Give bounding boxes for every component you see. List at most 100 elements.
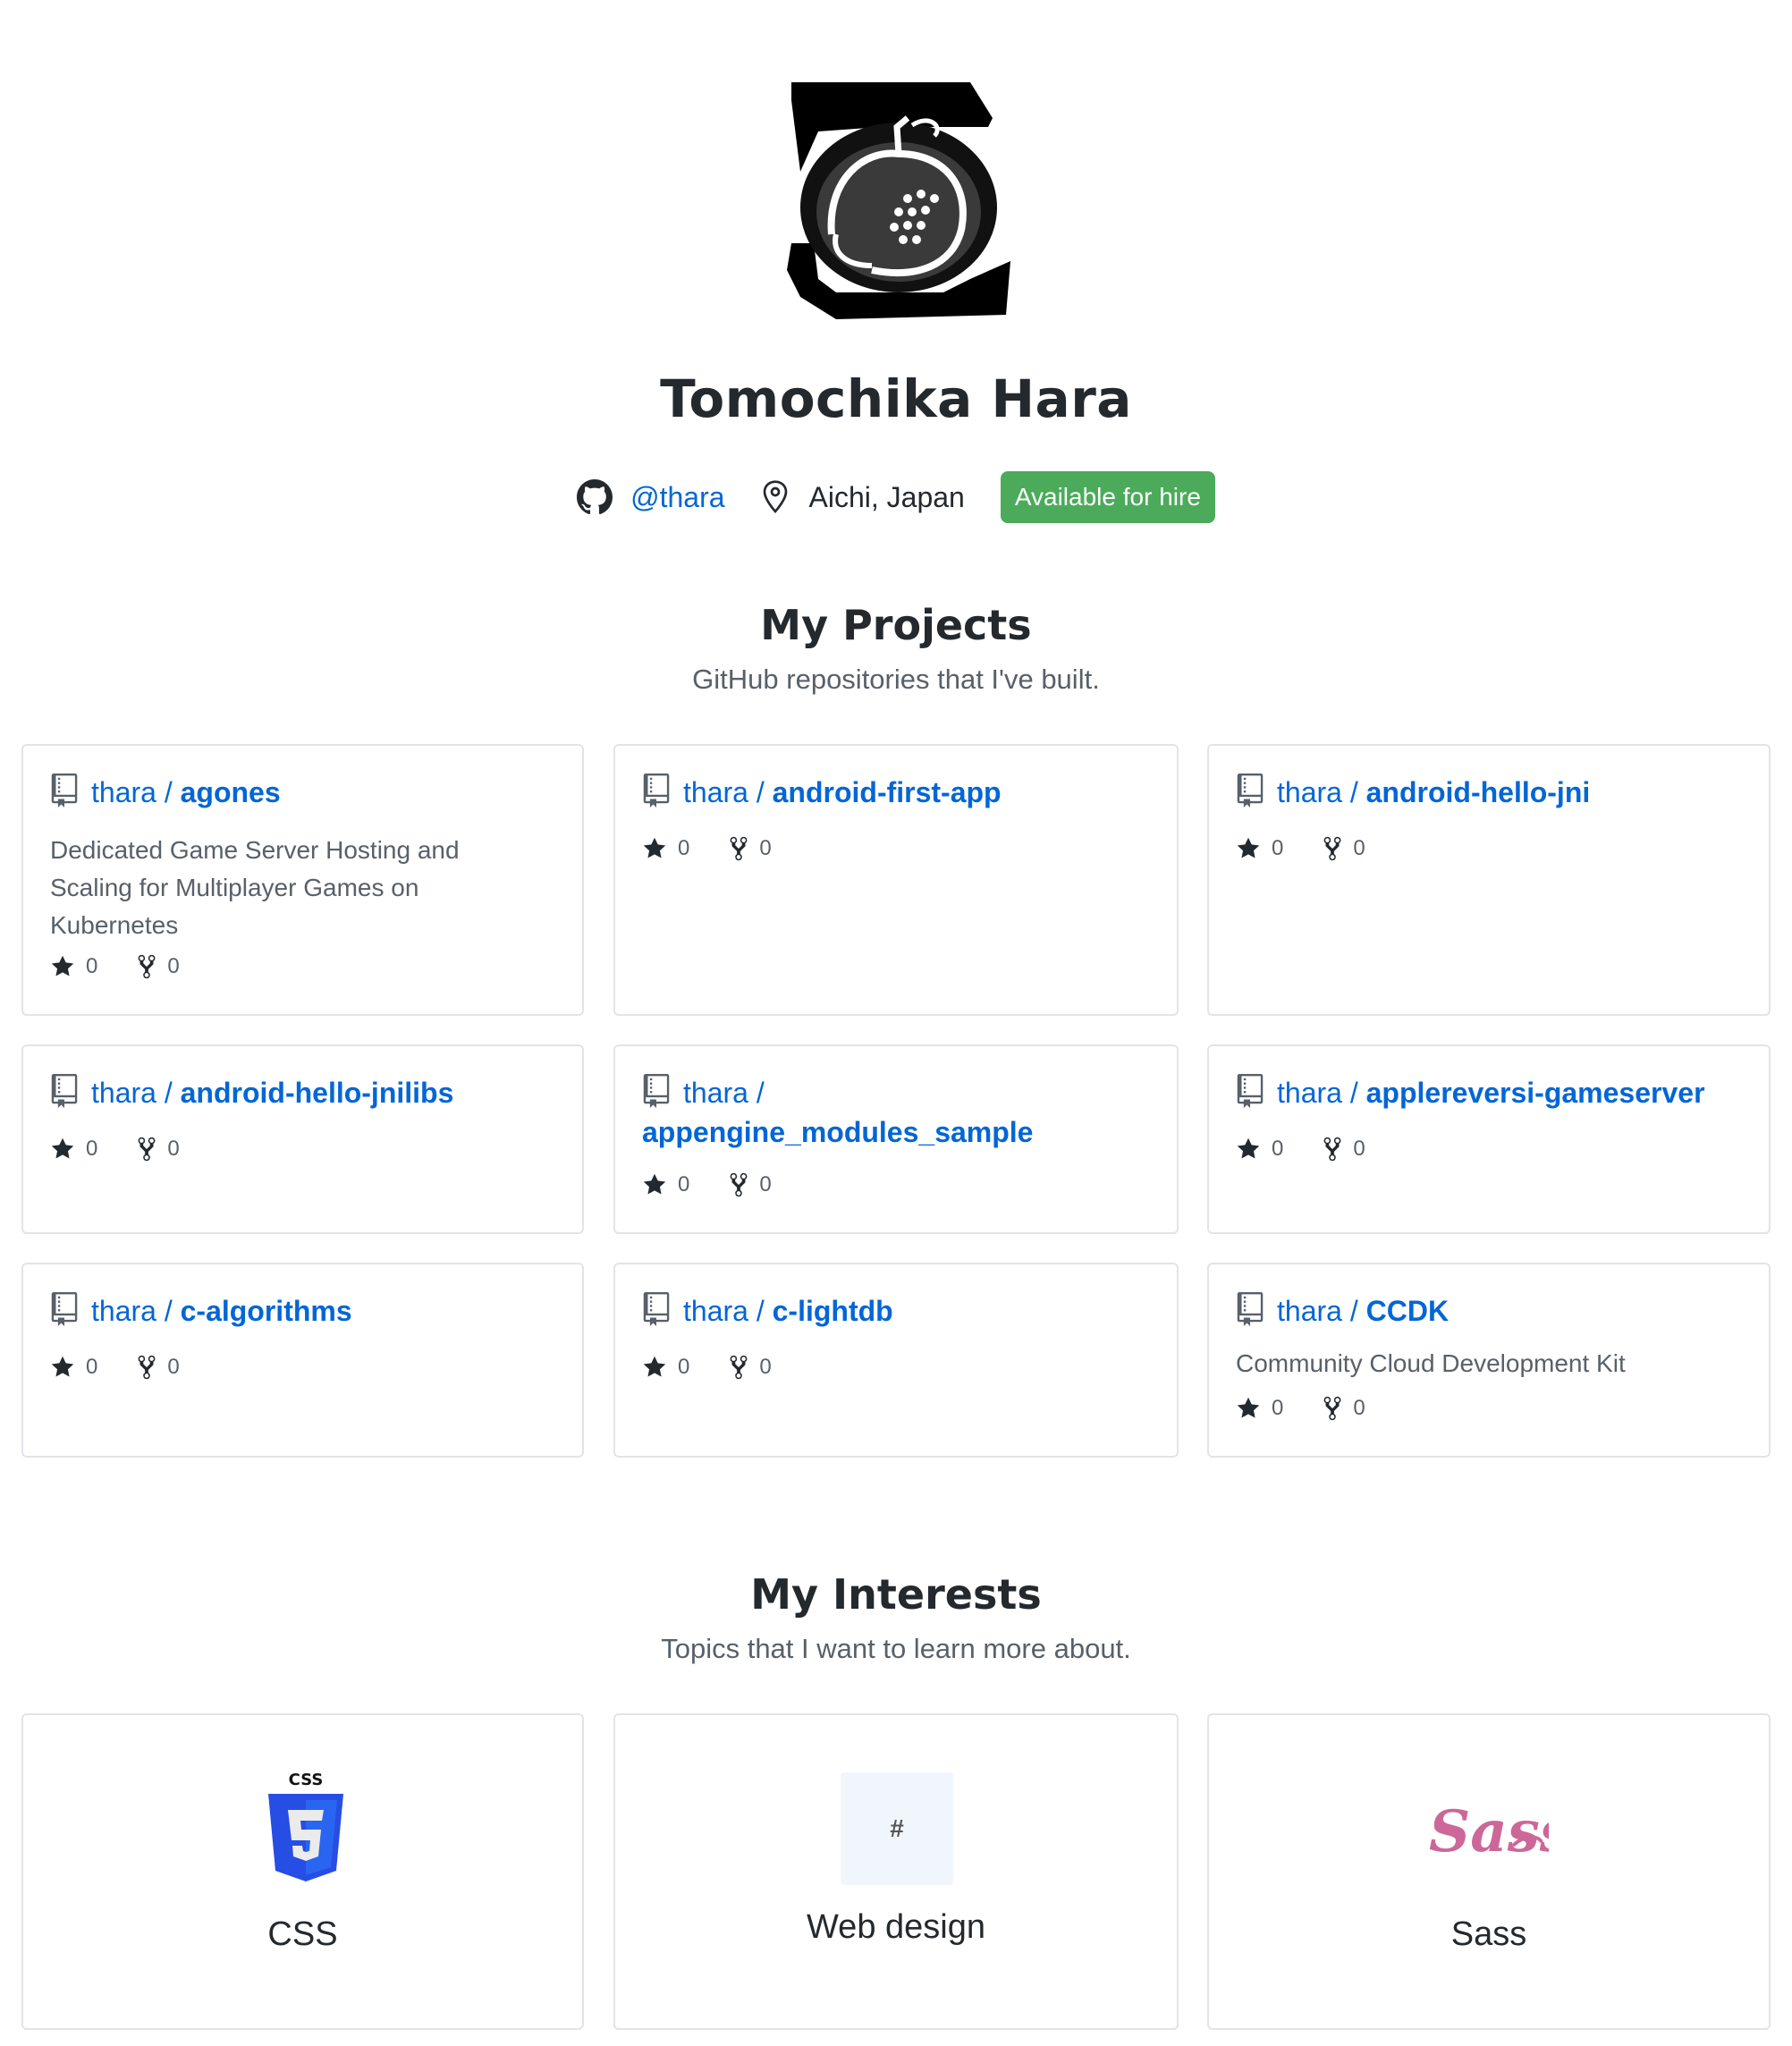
github-link[interactable]: @thara [577, 479, 725, 515]
repo-link[interactable]: thara / applereversi-gameserver [1236, 1073, 1742, 1112]
repo-stats: 00 [50, 1354, 219, 1381]
repo-book-icon [643, 1292, 670, 1326]
fork-count[interactable]: 0 [137, 1354, 180, 1381]
repo-owner[interactable]: thara / [1277, 1295, 1358, 1327]
repo-owner[interactable]: thara / [683, 1077, 765, 1109]
fork-icon [730, 1355, 748, 1380]
star-count[interactable]: 0 [50, 954, 97, 979]
css-logo-text: CSS [289, 1771, 324, 1789]
star-count[interactable]: 0 [1236, 836, 1283, 861]
repo-name[interactable]: android-hello-jnilibs [181, 1077, 454, 1109]
repo-card[interactable]: thara / android-hello-jnilibs 0 0 [21, 1044, 584, 1234]
repo-description: Dedicated Game Server Hosting and Scalin… [50, 836, 460, 939]
repo-name[interactable]: applereversi-gameserver [1366, 1077, 1705, 1109]
repo-description: Community Cloud Development Kit [1236, 1349, 1626, 1377]
fork-icon [730, 836, 748, 861]
repo-card[interactable]: thara / c-lightdb 0 0 [613, 1263, 1179, 1458]
star-count[interactable]: 0 [1236, 1396, 1283, 1421]
fork-count[interactable]: 0 [1323, 835, 1365, 862]
repo-card[interactable]: thara / applereversi-gameserver 0 0 [1207, 1044, 1771, 1234]
star-icon [51, 1137, 74, 1159]
profile-meta: @thara Aichi, Japan Available for hire [0, 470, 1792, 524]
star-count-value: 0 [678, 1172, 690, 1196]
fork-count[interactable]: 0 [137, 1136, 180, 1162]
repo-link[interactable]: thara / c-lightdb [642, 1291, 1150, 1331]
star-count[interactable]: 0 [642, 836, 689, 861]
repo-card[interactable]: thara / agones Dedicated Game Server Host… [21, 744, 584, 1016]
star-icon [51, 955, 74, 976]
star-count-value: 0 [1272, 836, 1284, 860]
repo-card[interactable]: thara / CCDK Community Cloud Development … [1207, 1263, 1771, 1458]
star-count-value: 0 [86, 1355, 98, 1379]
hash-icon: # [841, 1772, 953, 1885]
star-count-value: 0 [678, 836, 690, 860]
star-count[interactable]: 0 [642, 1355, 689, 1380]
repo-link[interactable]: thara / agones [50, 773, 555, 812]
avatar [787, 82, 1010, 319]
repo-owner[interactable]: thara / [91, 1295, 173, 1327]
available-for-hire-badge: Available for hire [1000, 471, 1215, 523]
projects-subtitle: GitHub repositories that I've built. [692, 664, 1100, 695]
repo-card[interactable]: thara / android-first-app 0 0 [613, 744, 1179, 1016]
github-handle[interactable]: @thara [630, 481, 724, 514]
fork-icon [138, 954, 156, 979]
repo-owner[interactable]: thara / [91, 1077, 173, 1109]
repo-card[interactable]: thara / appengine_modules_sample 0 0 [613, 1044, 1179, 1234]
fork-count[interactable]: 0 [729, 835, 772, 862]
star-icon [643, 1356, 666, 1377]
repo-stats: 00 [642, 1354, 811, 1381]
repo-book-icon [51, 1074, 78, 1108]
sass-logo-icon: Sass [1429, 1798, 1549, 1865]
repo-owner[interactable]: thara / [683, 776, 765, 808]
repo-name[interactable]: CCDK [1366, 1295, 1449, 1327]
repo-owner[interactable]: thara / [1277, 776, 1358, 808]
repo-name[interactable]: c-algorithms [181, 1295, 352, 1327]
repo-link[interactable]: thara / android-first-app [642, 773, 1150, 812]
fork-count-value: 0 [1353, 1396, 1365, 1420]
repo-card[interactable]: thara / c-algorithms 0 0 [21, 1263, 584, 1458]
repo-link[interactable]: thara / android-hello-jni [1236, 773, 1742, 812]
fork-count[interactable]: 0 [1323, 1136, 1365, 1162]
fork-count[interactable]: 0 [1323, 1395, 1365, 1422]
repo-owner[interactable]: thara / [91, 776, 173, 808]
fork-count-value: 0 [1353, 1137, 1365, 1161]
interests-title: My Interests [750, 1570, 1042, 1619]
repo-link[interactable]: thara / CCDK [1236, 1291, 1742, 1331]
interest-card-css[interactable]: CSS CSS [21, 1713, 584, 2030]
repo-stats: 00 [50, 1136, 219, 1162]
star-count[interactable]: 0 [1236, 1137, 1283, 1162]
interests-subtitle: Topics that I want to learn more about. [661, 1633, 1131, 1664]
interest-card-web-design[interactable]: # Web design [613, 1713, 1179, 2030]
repo-owner[interactable]: thara / [683, 1295, 765, 1327]
repo-book-icon [51, 774, 78, 807]
repo-name[interactable]: agones [181, 776, 281, 808]
repo-link[interactable]: thara / android-hello-jnilibs [50, 1073, 555, 1112]
repo-name[interactable]: android-hello-jni [1366, 776, 1591, 808]
repo-book-icon [643, 774, 670, 807]
location-text: Aichi, Japan [808, 480, 965, 513]
fork-count-value: 0 [167, 1137, 180, 1161]
repo-stats: 00 [1236, 835, 1405, 862]
repo-name[interactable]: android-first-app [773, 776, 1002, 808]
fork-count-value: 0 [759, 836, 772, 860]
interest-card-sass[interactable]: Sass Sass [1207, 1713, 1771, 2030]
repo-owner[interactable]: thara / [1277, 1077, 1358, 1109]
star-count[interactable]: 0 [50, 1355, 97, 1380]
fork-count[interactable]: 0 [729, 1171, 772, 1198]
fork-icon [730, 1172, 748, 1197]
repo-card[interactable]: thara / android-hello-jni 0 0 [1207, 744, 1771, 1016]
star-count[interactable]: 0 [642, 1172, 689, 1197]
repo-book-icon [1237, 1292, 1264, 1326]
repo-link[interactable]: thara / c-algorithms [50, 1291, 555, 1331]
repo-name[interactable]: appengine_modules_sample [642, 1116, 1033, 1148]
fork-count-value: 0 [1353, 836, 1365, 860]
star-count[interactable]: 0 [50, 1137, 97, 1162]
fork-count[interactable]: 0 [137, 953, 180, 980]
repo-link[interactable]: thara / appengine_modules_sample [642, 1073, 1150, 1152]
star-icon [1237, 837, 1260, 858]
star-icon [51, 1356, 74, 1377]
sass-logo-text: Sass [1429, 1798, 1549, 1865]
fork-icon [1323, 1396, 1341, 1421]
fork-count[interactable]: 0 [729, 1354, 772, 1381]
repo-name[interactable]: c-lightdb [773, 1295, 893, 1327]
